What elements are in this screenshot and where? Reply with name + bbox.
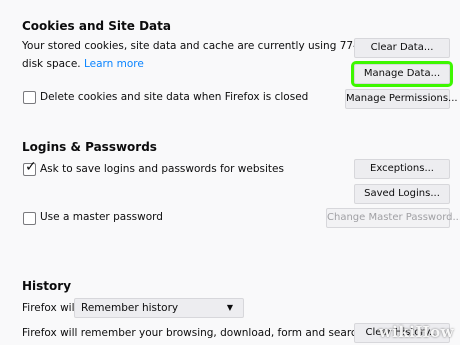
change-master-password-button[interactable]: Change Master Password... [326, 208, 460, 228]
history-mode-select[interactable]: Remember history ▼ [74, 298, 244, 318]
learn-more-link[interactable]: Learn more [84, 58, 144, 70]
ask-save-logins-checkbox[interactable]: ✓ [23, 159, 37, 176]
wikihow-watermark: wikiHow [378, 323, 454, 341]
cookies-description-text: disk space. [22, 58, 81, 70]
cookies-description-line1: Your stored cookies, site data and cache… [22, 40, 393, 52]
checkmark-icon: ✓ [25, 159, 37, 175]
cookies-description-line2: disk space. Learn more [22, 56, 144, 72]
exceptions-button[interactable]: Exceptions... [354, 159, 450, 179]
delete-cookies-on-close-checkbox[interactable] [23, 91, 36, 104]
master-password-checkbox[interactable] [23, 212, 36, 225]
history-heading: History [22, 279, 72, 293]
dropdown-arrow-icon: ▼ [226, 303, 233, 312]
history-description: Firefox will remember your browsing, dow… [22, 327, 405, 339]
cookies-heading: Cookies and Site Data [22, 19, 171, 33]
manage-permissions-button[interactable]: Manage Permissions... [345, 89, 458, 109]
master-password-label: Use a master password [40, 211, 163, 223]
history-mode-value: Remember history [81, 302, 179, 314]
clear-data-button[interactable]: Clear Data... [354, 38, 450, 58]
manage-data-button[interactable]: Manage Data... [351, 61, 453, 87]
delete-cookies-on-close-label: Delete cookies and site data when Firefo… [40, 91, 309, 103]
firefox-will-label: Firefox will [22, 302, 78, 314]
ask-save-logins-label: Ask to save logins and passwords for web… [40, 163, 284, 175]
saved-logins-button[interactable]: Saved Logins... [354, 184, 450, 204]
logins-heading: Logins & Passwords [22, 140, 157, 154]
